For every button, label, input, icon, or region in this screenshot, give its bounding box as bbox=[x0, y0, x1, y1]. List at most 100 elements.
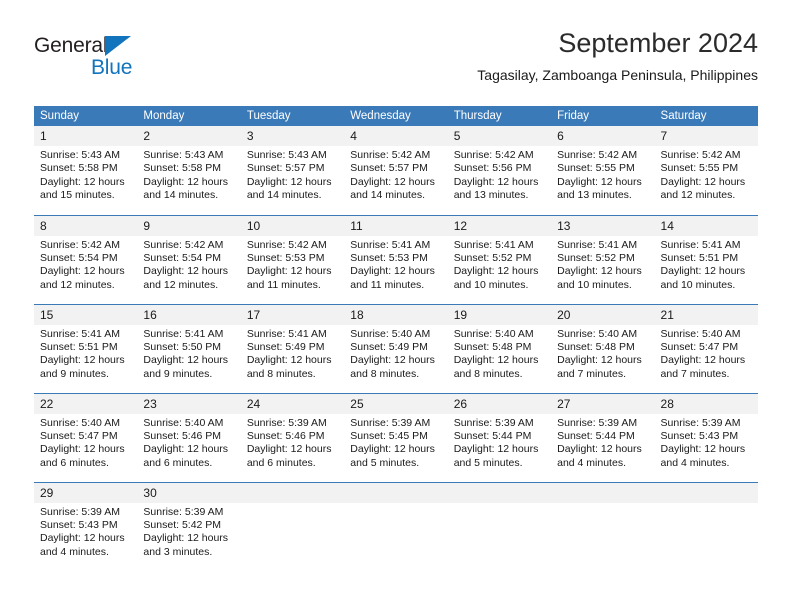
calendar-day-cell[interactable]: 25 Sunrise: 5:39 AM Sunset: 5:45 PM Dayligh… bbox=[344, 392, 448, 482]
calendar-day-cell[interactable]: 29 Sunrise: 5:39 AM Sunset: 5:43 PM Dayligh… bbox=[34, 481, 138, 571]
day-details: Sunrise: 5:39 AM Sunset: 5:42 PM Daylight:… bbox=[137, 503, 240, 560]
day-number: 18 bbox=[344, 304, 448, 325]
day-details: Sunrise: 5:43 AM Sunset: 5:57 PM Daylight:… bbox=[241, 146, 344, 203]
day-number: 16 bbox=[137, 304, 241, 325]
sunset-text: Sunset: 5:44 PM bbox=[557, 429, 635, 442]
sunrise-text: Sunrise: 5:39 AM bbox=[143, 505, 224, 518]
calendar-day-cell[interactable]: 30 Sunrise: 5:39 AM Sunset: 5:42 PM Dayligh… bbox=[137, 481, 241, 571]
sunrise-sunset-calendar-table: Sunday Monday Tuesday Wednesday Thursday… bbox=[34, 106, 758, 571]
logo-triangle-icon bbox=[105, 36, 131, 56]
calendar-day-cell[interactable]: 15 Sunrise: 5:41 AM Sunset: 5:51 PM Dayligh… bbox=[34, 303, 138, 393]
calendar-day-cell[interactable]: 19 Sunrise: 5:40 AM Sunset: 5:48 PM Dayligh… bbox=[447, 303, 552, 393]
day-number bbox=[654, 482, 758, 503]
calendar-day-cell[interactable]: 11 Sunrise: 5:41 AM Sunset: 5:53 PM Dayligh… bbox=[344, 214, 448, 304]
calendar-day-cell[interactable]: 10 Sunrise: 5:42 AM Sunset: 5:53 PM Dayligh… bbox=[240, 214, 345, 304]
daylight-text-line2: and 10 minutes. bbox=[557, 278, 632, 291]
daylight-text-line2: and 6 minutes. bbox=[40, 456, 109, 469]
daylight-text-line2: and 7 minutes. bbox=[660, 367, 730, 380]
calendar-day-cell[interactable]: 22 Sunrise: 5:40 AM Sunset: 5:47 PM Dayligh… bbox=[34, 392, 138, 482]
calendar-day-cell[interactable]: 20 Sunrise: 5:40 AM Sunset: 5:48 PM Dayligh… bbox=[551, 303, 655, 393]
daylight-text-line1: Daylight: 12 hours bbox=[350, 175, 435, 188]
sunrise-text: Sunrise: 5:42 AM bbox=[40, 238, 120, 251]
calendar-day-cell[interactable]: 8 Sunrise: 5:42 AM Sunset: 5:54 PM Daylight… bbox=[34, 214, 138, 304]
daylight-text-line1: Daylight: 12 hours bbox=[557, 175, 642, 188]
calendar-day-cell-empty bbox=[654, 481, 758, 571]
day-number: 11 bbox=[344, 215, 448, 236]
day-details: Sunrise: 5:41 AM Sunset: 5:52 PM Daylight:… bbox=[448, 236, 551, 293]
sunrise-text: Sunrise: 5:40 AM bbox=[40, 416, 120, 429]
calendar-day-cell[interactable]: 4 Sunrise: 5:42 AM Sunset: 5:57 PM Daylight… bbox=[344, 126, 448, 215]
calendar-day-cell[interactable]: 18 Sunrise: 5:40 AM Sunset: 5:49 PM Dayligh… bbox=[344, 303, 448, 393]
day-number: 9 bbox=[137, 215, 241, 236]
day-details: Sunrise: 5:39 AM Sunset: 5:43 PM Daylight:… bbox=[34, 503, 137, 560]
calendar-day-cell[interactable]: 2 Sunrise: 5:43 AM Sunset: 5:58 PM Daylight… bbox=[137, 126, 241, 215]
daylight-text-line2: and 7 minutes. bbox=[557, 367, 626, 380]
daylight-text-line2: and 12 minutes. bbox=[143, 278, 219, 291]
day-number: 14 bbox=[654, 215, 758, 236]
calendar-day-cell[interactable]: 28 Sunrise: 5:39 AM Sunset: 5:43 PM Dayligh… bbox=[654, 392, 758, 482]
calendar-day-cell[interactable]: 9 Sunrise: 5:42 AM Sunset: 5:54 PM Daylight… bbox=[137, 214, 241, 304]
day-number: 1 bbox=[34, 126, 138, 146]
sunrise-text: Sunrise: 5:43 AM bbox=[143, 149, 224, 161]
daylight-text-line1: Daylight: 12 hours bbox=[246, 175, 332, 188]
daylight-text-line2: and 6 minutes. bbox=[143, 456, 213, 469]
day-details: Sunrise: 5:41 AM Sunset: 5:51 PM Daylight:… bbox=[34, 325, 137, 382]
page-title: September 2024 bbox=[558, 28, 758, 58]
calendar-day-cell[interactable]: 1 Sunrise: 5:43 AM Sunset: 5:58 PM Daylight… bbox=[34, 126, 138, 215]
day-number bbox=[551, 482, 655, 503]
calendar-page: General Blue September 2024 Tagasilay, Z… bbox=[0, 0, 792, 612]
calendar-day-cell[interactable]: 7 Sunrise: 5:42 AM Sunset: 5:55 PM Daylight… bbox=[654, 126, 758, 215]
sunset-text: Sunset: 5:53 PM bbox=[350, 251, 428, 264]
calendar-day-cell[interactable]: 5 Sunrise: 5:42 AM Sunset: 5:56 PM Daylight… bbox=[447, 126, 552, 215]
day-number: 3 bbox=[240, 126, 345, 146]
daylight-text-line1: Daylight: 12 hours bbox=[246, 443, 332, 456]
sunrise-text: Sunrise: 5:40 AM bbox=[453, 327, 534, 340]
weekday-header-saturday: Saturday bbox=[654, 106, 758, 126]
sunset-text: Sunset: 5:51 PM bbox=[40, 340, 118, 353]
sunrise-text: Sunrise: 5:42 AM bbox=[557, 149, 638, 161]
day-number: 26 bbox=[447, 393, 552, 414]
sunset-text: Sunset: 5:58 PM bbox=[40, 162, 118, 175]
daylight-text-line2: and 4 minutes. bbox=[557, 456, 626, 469]
sunrise-text: Sunrise: 5:42 AM bbox=[246, 238, 327, 251]
daylight-text-line1: Daylight: 12 hours bbox=[40, 354, 125, 367]
calendar-day-cell[interactable]: 6 Sunrise: 5:42 AM Sunset: 5:55 PM Daylight… bbox=[551, 126, 655, 215]
calendar-day-cell[interactable]: 27 Sunrise: 5:39 AM Sunset: 5:44 PM Dayligh… bbox=[551, 392, 655, 482]
calendar-day-cell[interactable]: 24 Sunrise: 5:39 AM Sunset: 5:46 PM Dayligh… bbox=[240, 392, 345, 482]
sunset-text: Sunset: 5:43 PM bbox=[660, 429, 739, 442]
day-details: Sunrise: 5:43 AM Sunset: 5:58 PM Daylight:… bbox=[137, 146, 240, 203]
calendar-day-cell[interactable]: 16 Sunrise: 5:41 AM Sunset: 5:50 PM Dayligh… bbox=[137, 303, 241, 393]
daylight-text-line2: and 14 minutes. bbox=[350, 189, 425, 202]
day-details: Sunrise: 5:39 AM Sunset: 5:45 PM Daylight:… bbox=[344, 414, 447, 471]
calendar-week-row: 29 Sunrise: 5:39 AM Sunset: 5:43 PM Dayligh… bbox=[34, 481, 758, 571]
calendar-day-cell[interactable]: 21 Sunrise: 5:40 AM Sunset: 5:47 PM Dayligh… bbox=[654, 303, 758, 393]
calendar-day-cell[interactable]: 17 Sunrise: 5:41 AM Sunset: 5:49 PM Dayligh… bbox=[240, 303, 345, 393]
daylight-text-line1: Daylight: 12 hours bbox=[143, 175, 229, 188]
calendar-day-cell[interactable]: 14 Sunrise: 5:41 AM Sunset: 5:51 PM Dayligh… bbox=[654, 214, 758, 304]
sunset-text: Sunset: 5:45 PM bbox=[350, 429, 428, 442]
calendar-day-cell[interactable]: 13 Sunrise: 5:41 AM Sunset: 5:52 PM Dayligh… bbox=[551, 214, 655, 304]
page-header: General Blue September 2024 Tagasilay, Z… bbox=[34, 26, 758, 98]
calendar-day-cell[interactable]: 3 Sunrise: 5:43 AM Sunset: 5:57 PM Daylight… bbox=[240, 126, 345, 215]
daylight-text-line1: Daylight: 12 hours bbox=[453, 265, 539, 278]
sunrise-text: Sunrise: 5:41 AM bbox=[350, 238, 431, 251]
sunset-text: Sunset: 5:48 PM bbox=[557, 340, 635, 353]
sunset-text: Sunset: 5:48 PM bbox=[453, 340, 532, 353]
day-number: 21 bbox=[654, 304, 758, 325]
daylight-text-line2: and 10 minutes. bbox=[453, 278, 529, 291]
sunset-text: Sunset: 5:52 PM bbox=[453, 251, 532, 264]
calendar-body: 1 Sunrise: 5:43 AM Sunset: 5:58 PM Daylight… bbox=[34, 126, 758, 571]
sunrise-text: Sunrise: 5:39 AM bbox=[660, 416, 741, 429]
day-details: Sunrise: 5:40 AM Sunset: 5:48 PM Daylight:… bbox=[448, 325, 551, 382]
calendar-day-cell[interactable]: 12 Sunrise: 5:41 AM Sunset: 5:52 PM Dayligh… bbox=[447, 214, 552, 304]
calendar-week-row: 1 Sunrise: 5:43 AM Sunset: 5:58 PM Daylight… bbox=[34, 126, 758, 215]
sunset-text: Sunset: 5:49 PM bbox=[246, 340, 325, 353]
calendar-day-cell[interactable]: 26 Sunrise: 5:39 AM Sunset: 5:44 PM Dayligh… bbox=[447, 392, 552, 482]
day-details: Sunrise: 5:41 AM Sunset: 5:49 PM Daylight:… bbox=[241, 325, 344, 382]
calendar-week-row: 15 Sunrise: 5:41 AM Sunset: 5:51 PM Dayligh… bbox=[34, 303, 758, 393]
daylight-text-line2: and 14 minutes. bbox=[246, 189, 322, 202]
general-blue-logo[interactable]: General Blue bbox=[34, 34, 184, 86]
day-details: Sunrise: 5:40 AM Sunset: 5:48 PM Daylight:… bbox=[551, 325, 654, 382]
calendar-day-cell[interactable]: 23 Sunrise: 5:40 AM Sunset: 5:46 PM Dayligh… bbox=[137, 392, 241, 482]
daylight-text-line1: Daylight: 12 hours bbox=[246, 265, 332, 278]
